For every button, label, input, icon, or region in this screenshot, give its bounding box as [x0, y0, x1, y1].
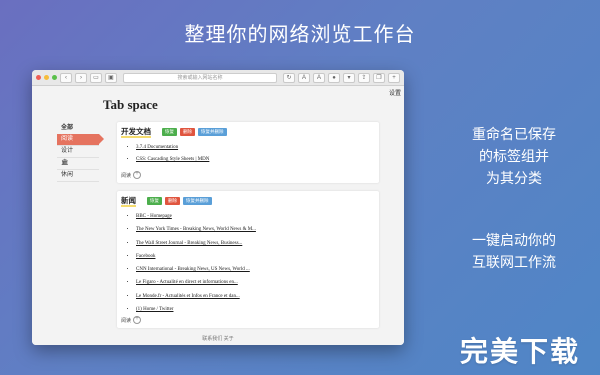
delete-button[interactable]: 删除	[165, 196, 180, 205]
category-nav: 全部 阅读 设计 🏛 休闲	[57, 123, 104, 182]
tab-group-card: 新闻 恢复 删除 恢复并删除 BBC - Homepage The New Yo…	[117, 191, 379, 328]
category-label[interactable]: 阅读	[121, 172, 131, 179]
tab-group-footer: 阅读 +	[121, 316, 142, 324]
add-category-icon[interactable]: +	[133, 316, 142, 324]
page-content: 设置 Tab space 全部 阅读 设计 🏛 休闲 开发文档 恢复 删除 恢复…	[32, 86, 404, 345]
nav-item-bank[interactable]: 🏛	[57, 158, 99, 170]
tab-link[interactable]: The New York Times - Breaking News, Worl…	[136, 227, 256, 240]
restore-delete-button[interactable]: 恢复并删除	[183, 196, 212, 205]
tab-group-title[interactable]: 新闻	[121, 195, 136, 207]
browser-window: ‹ › ▭ ▣ 搜索或输入网站名称 ↻ A A ● ▾ ⇪ ❐ + 设置 Tab…	[32, 70, 404, 345]
feature-line: 重命名已保存	[472, 127, 556, 143]
tab-link[interactable]: Le Figaro - Actualité en direct et infor…	[136, 280, 256, 293]
sidebar-icon[interactable]: ▭	[90, 72, 102, 83]
tab-group-header: 开发文档 恢复 删除 恢复并删除	[121, 126, 227, 138]
tab-link[interactable]: BBC - Homepage	[136, 214, 256, 227]
footer-links[interactable]: 联系我们 关于	[32, 335, 404, 342]
restore-delete-button[interactable]: 恢复并删除	[198, 127, 227, 136]
back-icon[interactable]: ‹	[60, 72, 72, 83]
feature-line: 一键启动你的	[472, 233, 556, 249]
tab-group-card: 开发文档 恢复 删除 恢复并删除 3.7.4 Documentation CSS…	[117, 122, 379, 183]
add-category-icon[interactable]: +	[133, 171, 142, 179]
feature-line: 为其分类	[486, 171, 542, 187]
brand-watermark: 完美下载	[459, 335, 580, 368]
browser-toolbar: ‹ › ▭ ▣ 搜索或输入网站名称 ↻ A A ● ▾ ⇪ ❐ +	[32, 70, 404, 86]
zoom-in-icon[interactable]: A	[313, 72, 325, 83]
extension-icon[interactable]: ●	[328, 72, 340, 83]
feature-line: 互联网工作流	[472, 255, 556, 271]
tab-link[interactable]: Le Monde.fr - Actualités et Infos en Fra…	[136, 294, 256, 307]
tab-group-footer: 阅读 +	[121, 171, 142, 179]
feature-text-launch: 一键启动你的 互联网工作流	[444, 230, 584, 274]
tab-link[interactable]: The Wall Street Journal - Breaking News,…	[136, 241, 256, 254]
address-bar[interactable]: 搜索或输入网站名称	[123, 72, 277, 83]
refresh-icon[interactable]: ↻	[283, 72, 295, 83]
nav-item-leisure[interactable]: 休闲	[57, 170, 99, 182]
tab-link[interactable]: CSS: Cascading Style Sheets | MDN	[136, 157, 209, 169]
page-title: Tab space	[103, 97, 158, 112]
nav-item-reading[interactable]: 阅读	[57, 134, 104, 146]
delete-button[interactable]: 删除	[180, 127, 195, 136]
maximize-window-button[interactable]	[52, 75, 57, 80]
nav-item-design[interactable]: 设计	[57, 146, 99, 158]
share-icon[interactable]: ⇪	[358, 72, 370, 83]
restore-button[interactable]: 恢复	[147, 196, 162, 205]
downloads-icon[interactable]: ▾	[343, 72, 355, 83]
address-placeholder: 搜索或输入网站名称	[177, 74, 223, 81]
settings-link[interactable]: 设置	[389, 88, 401, 97]
forward-icon[interactable]: ›	[75, 72, 87, 83]
tab-link[interactable]: Facebook	[136, 254, 256, 267]
tab-group-header: 新闻 恢复 删除 恢复并删除	[121, 195, 212, 207]
restore-button[interactable]: 恢复	[162, 127, 177, 136]
tab-list: 3.7.4 Documentation CSS: Cascading Style…	[136, 145, 209, 169]
tab-link[interactable]: 3.7.4 Documentation	[136, 145, 209, 157]
tabspace-extension-icon[interactable]: ▣	[105, 72, 117, 83]
new-tab-icon[interactable]: +	[388, 72, 400, 83]
feature-text-rename: 重命名已保存 的标签组并 为其分类	[444, 124, 584, 190]
tabs-icon[interactable]: ❐	[373, 72, 385, 83]
minimize-window-button[interactable]	[44, 75, 49, 80]
tab-link[interactable]: (1) Home / Twitter	[136, 307, 256, 320]
close-window-button[interactable]	[36, 75, 41, 80]
category-label[interactable]: 阅读	[121, 317, 131, 324]
feature-line: 的标签组并	[479, 149, 549, 165]
nav-item-all[interactable]: 全部	[57, 123, 99, 134]
tab-list: BBC - Homepage The New York Times - Brea…	[136, 214, 256, 320]
zoom-out-icon[interactable]: A	[298, 72, 310, 83]
tab-link[interactable]: CNN International - Breaking News, US Ne…	[136, 267, 256, 280]
tab-group-title[interactable]: 开发文档	[121, 126, 151, 138]
headline: 整理你的网络浏览工作台	[184, 22, 416, 46]
